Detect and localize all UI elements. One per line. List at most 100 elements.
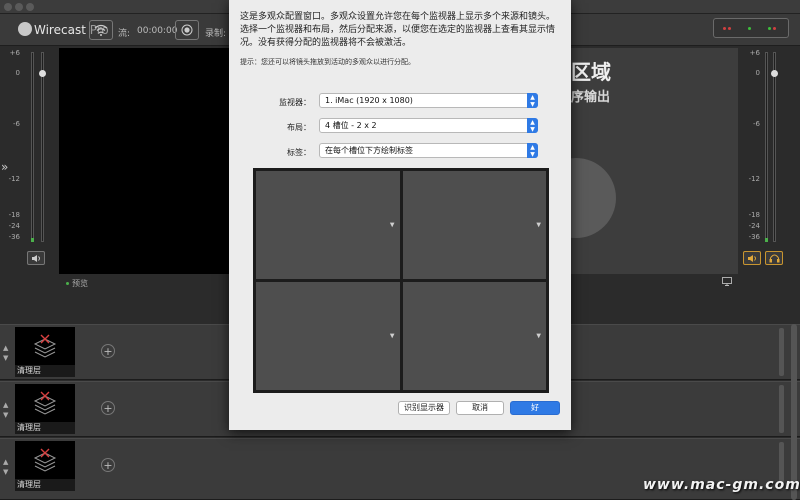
ok-button[interactable]: 好 [510,401,560,415]
expand-sidebar-icon[interactable]: » [1,160,8,174]
identify-displays-button[interactable]: 识别显示器 [398,401,450,415]
meter-level [765,238,768,242]
main-scrollbar[interactable] [791,324,797,500]
wifi-icon [94,24,108,36]
slot-dropdown-icon[interactable]: ▼ [390,222,395,229]
left-volume-fader-knob[interactable] [39,70,46,77]
dialog-intro-text: 这是多观众配置窗口。多观众设置允许您在每个监视器上显示多个来源和镜头。选择一个监… [240,12,556,48]
monitor-select[interactable]: 1. iMac (1920 x 1080) ▲ ▼ [319,93,538,108]
status-indicators [713,18,789,38]
layout-label: 布局： [287,123,311,132]
record-label: 录制: [205,29,227,39]
led-red-icon [723,27,726,30]
preview-monitor [59,48,231,274]
layer-scrollbar[interactable] [779,385,784,433]
clear-layer-icon [33,334,57,358]
meter-tick: +6 [9,49,20,57]
meter-tick: -12 [748,175,760,183]
clear-layer-icon [33,391,57,415]
fader-track[interactable] [773,52,776,242]
meter-tick: +6 [749,49,760,57]
shot-label: 清理层 [15,479,75,491]
output-subtitle: 程序输出 [566,90,611,105]
meter-tick: -36 [748,233,760,241]
meter-tick: 0 [15,69,20,77]
updown-chevron-icon: ▲ ▼ [527,93,538,108]
stream-label: 流: [118,29,131,39]
minimize-window-icon[interactable] [15,3,23,11]
output-title: 区域 [571,60,611,84]
layer-reorder-arrows-icon[interactable]: ▲ ▼ [3,457,8,477]
zoom-window-icon[interactable] [26,3,34,11]
layer-reorder-arrows-icon[interactable]: ▲ ▼ [3,343,8,363]
right-speaker-button[interactable] [743,251,761,265]
slot-dropdown-icon[interactable]: ▼ [390,333,395,340]
layer-scrollbar[interactable] [779,328,784,376]
record-button[interactable] [175,20,199,40]
multiviewer-slot[interactable]: ▼ [402,171,546,279]
meter-tick: -6 [753,120,760,128]
right-volume-fader-knob[interactable] [771,70,778,77]
updown-chevron-icon: ▲ ▼ [527,143,538,158]
monitor-label: 监视器： [279,98,311,107]
monitor-icon[interactable] [722,277,732,286]
speaker-icon [31,254,40,262]
shot-label: 清理层 [15,422,75,434]
meter-tick: -12 [8,175,20,183]
updown-chevron-icon: ▲ ▼ [527,118,538,133]
meter-tick: 0 [755,69,760,77]
layout-select-value: 4 槽位 - 2 x 2 [325,121,377,130]
stream-timer: 00:00:00 [137,26,178,36]
wirecast-logo-icon [18,22,32,36]
multiviewer-slot[interactable]: ▼ [256,171,400,279]
multiviewer-slot[interactable]: ▼ [402,282,546,390]
led-green-icon [748,27,751,30]
layout-select[interactable]: 4 槽位 - 2 x 2 ▲ ▼ [319,118,538,133]
slot-dropdown-icon[interactable]: ▼ [536,333,541,340]
brand-name: Wirecast [34,23,86,37]
record-icon [181,24,193,36]
monitor-select-value: 1. iMac (1920 x 1080) [325,96,413,105]
led-green-icon [768,27,771,30]
add-shot-button[interactable]: + [101,458,115,472]
meter-tick: -24 [748,222,760,230]
cancel-button[interactable]: 取消 [456,401,504,415]
add-shot-button[interactable]: + [101,344,115,358]
led-red-icon [773,27,776,30]
led-red-icon [728,27,731,30]
meter-tick: -24 [8,222,20,230]
live-output-monitor: 区域 程序输出 [566,48,738,274]
stream-button[interactable] [89,20,113,40]
headphones-button[interactable] [765,251,783,265]
meter-channel [31,52,34,242]
shot-label: 清理层 [15,365,75,377]
add-shot-button[interactable]: + [101,401,115,415]
clear-layer-icon [33,448,57,472]
dialog-hint-text: 提示：您还可以将镜头拖放到活动的多观众以进行分配。 [240,58,415,66]
close-window-icon[interactable] [4,3,12,11]
watermark-text: www.mac-gm.com [643,477,800,493]
multiviewer-slot[interactable]: ▼ [256,282,400,390]
meter-channel [765,52,768,242]
meter-tick: -36 [8,233,20,241]
headphones-icon [769,254,779,263]
meter-tick: -6 [13,120,20,128]
shot-thumbnail[interactable]: 清理层 [15,327,75,377]
layer-reorder-arrows-icon[interactable]: ▲ ▼ [3,400,8,420]
speaker-icon [747,254,756,262]
shot-thumbnail[interactable]: 清理层 [15,384,75,434]
preview-label: 预览 [66,278,88,289]
tags-label: 标签： [287,148,311,157]
multiviewer-slot-grid: ▼ ▼ ▼ ▼ [253,168,549,393]
tags-select-value: 在每个槽位下方绘制标签 [325,146,413,155]
slot-dropdown-icon[interactable]: ▼ [536,222,541,229]
multiviewer-config-dialog: 这是多观众配置窗口。多观众设置允许您在每个监视器上显示多个来源和镜头。选择一个监… [229,0,571,430]
tags-select[interactable]: 在每个槽位下方绘制标签 ▲ ▼ [319,143,538,158]
left-speaker-button[interactable] [27,251,45,265]
fader-track[interactable] [41,52,44,242]
meter-tick: -18 [8,211,20,219]
meter-tick: -18 [748,211,760,219]
wirecast-badge-icon [566,158,616,238]
meter-level [31,238,34,242]
shot-thumbnail[interactable]: 清理层 [15,441,75,491]
